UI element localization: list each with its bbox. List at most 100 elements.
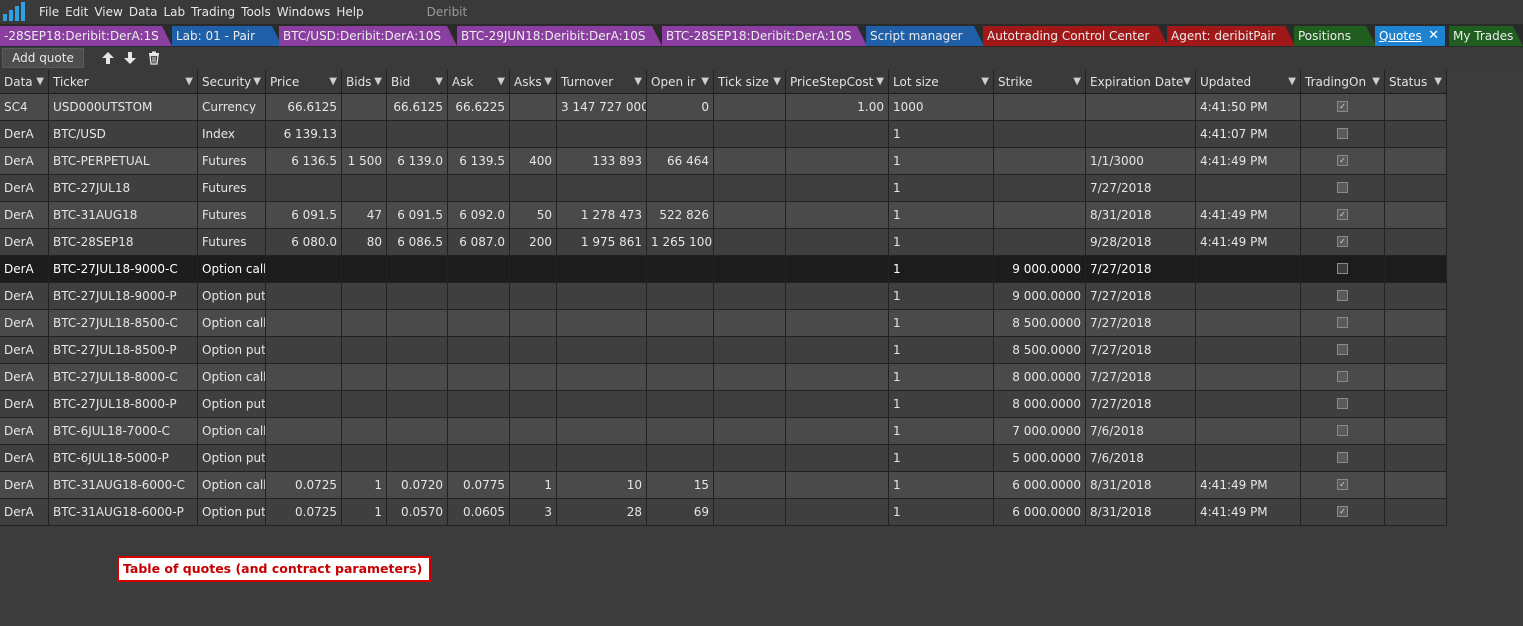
- column-header-exp[interactable]: Expiration Date ▼: [1086, 70, 1196, 94]
- table-row[interactable]: DerA BTC-28SEP18 Futures 6 080.0 80 6 086.5 6 …: [0, 229, 1447, 256]
- filter-icon[interactable]: ▼: [876, 70, 884, 93]
- cell-trading[interactable]: [1301, 121, 1385, 148]
- filter-icon[interactable]: ▼: [544, 70, 552, 93]
- table-row[interactable]: DerA BTC-27JUL18-8000-C Option call 1 8 000.…: [0, 364, 1447, 391]
- filter-icon[interactable]: ▼: [435, 70, 443, 93]
- tab-quotes[interactable]: Quotes ✕: [1375, 26, 1445, 46]
- menu-help[interactable]: Help: [333, 5, 366, 19]
- tab-my-trades[interactable]: My Trades: [1449, 26, 1523, 46]
- table-row[interactable]: DerA BTC-27JUL18 Futures 1 7/27/2018: [0, 175, 1447, 202]
- tab-btc-29jun18-deribit-dera-10s[interactable]: BTC-29JUN18:Deribit:DerA:10S: [457, 26, 662, 46]
- trash-icon[interactable]: [144, 49, 164, 67]
- checkbox-checked-icon[interactable]: ✓: [1337, 209, 1348, 220]
- tab-btc-usd-deribit-dera-10s[interactable]: BTC/USD:Deribit:DerA:10S: [279, 26, 457, 46]
- checkbox-icon[interactable]: [1337, 317, 1348, 328]
- column-header-price[interactable]: Price ▼: [266, 70, 342, 94]
- column-header-strike[interactable]: Strike ▼: [994, 70, 1086, 94]
- filter-icon[interactable]: ▼: [1372, 70, 1380, 93]
- tab-28sep18-deribit-dera-1s[interactable]: -28SEP18:Deribit:DerA:1S: [0, 26, 172, 46]
- table-row[interactable]: DerA BTC-27JUL18-8500-C Option call 1 8 500.…: [0, 310, 1447, 337]
- cell-trading[interactable]: [1301, 175, 1385, 202]
- menu-data[interactable]: Data: [126, 5, 161, 19]
- table-row[interactable]: DerA BTC-27JUL18-9000-C Option call 1 9 000.…: [0, 256, 1447, 283]
- table-row[interactable]: SC4 USD000UTSTOM Currency 66.6125 66.6125 66.…: [0, 94, 1447, 121]
- filter-icon[interactable]: ▼: [634, 70, 642, 93]
- checkbox-checked-icon[interactable]: ✓: [1337, 236, 1348, 247]
- filter-icon[interactable]: ▼: [329, 70, 337, 93]
- filter-icon[interactable]: ▼: [253, 70, 261, 93]
- checkbox-icon[interactable]: [1337, 128, 1348, 139]
- arrow-up-icon[interactable]: [98, 49, 118, 67]
- tab-lab-01-pair[interactable]: Lab: 01 - Pair: [172, 26, 282, 46]
- column-header-turnover[interactable]: Turnover ▼: [557, 70, 647, 94]
- menu-edit[interactable]: Edit: [62, 5, 91, 19]
- cell-trading[interactable]: ✓: [1301, 202, 1385, 229]
- add-quote-button[interactable]: Add quote: [2, 48, 84, 68]
- table-row[interactable]: DerA BTC/USD Index 6 139.13 1 4:41:07 PM: [0, 121, 1447, 148]
- checkbox-checked-icon[interactable]: ✓: [1337, 101, 1348, 112]
- column-header-status[interactable]: Status ▼: [1385, 70, 1447, 94]
- cell-trading[interactable]: [1301, 391, 1385, 418]
- cell-trading[interactable]: ✓: [1301, 148, 1385, 175]
- cell-trading[interactable]: [1301, 337, 1385, 364]
- table-row[interactable]: DerA BTC-31AUG18-6000-C Option call 0.0725 1…: [0, 472, 1447, 499]
- close-icon[interactable]: ✕: [1428, 26, 1439, 46]
- checkbox-icon[interactable]: [1337, 452, 1348, 463]
- cell-trading[interactable]: [1301, 310, 1385, 337]
- checkbox-icon[interactable]: [1337, 182, 1348, 193]
- table-row[interactable]: DerA BTC-6JUL18-5000-P Option put 1 5 000.00…: [0, 445, 1447, 472]
- cell-trading[interactable]: ✓: [1301, 472, 1385, 499]
- column-header-asks[interactable]: Asks ▼: [510, 70, 557, 94]
- menu-view[interactable]: View: [91, 5, 125, 19]
- column-header-security[interactable]: Security ▼: [198, 70, 266, 94]
- cell-trading[interactable]: ✓: [1301, 229, 1385, 256]
- table-row[interactable]: DerA BTC-27JUL18-8000-P Option put 1 8 000.0…: [0, 391, 1447, 418]
- menu-windows[interactable]: Windows: [274, 5, 334, 19]
- menu-tools[interactable]: Tools: [238, 5, 274, 19]
- filter-icon[interactable]: ▼: [185, 70, 193, 93]
- tab-positions[interactable]: Positions: [1294, 26, 1376, 46]
- tab-agent-deribitpair[interactable]: Agent: deribitPair: [1167, 26, 1295, 46]
- column-header-pricestep[interactable]: PriceStepCost ▼: [786, 70, 889, 94]
- checkbox-checked-icon[interactable]: ✓: [1337, 479, 1348, 490]
- checkbox-icon[interactable]: [1337, 290, 1348, 301]
- filter-icon[interactable]: ▼: [374, 70, 382, 93]
- table-row[interactable]: DerA BTC-6JUL18-7000-C Option call 1 7 000.0…: [0, 418, 1447, 445]
- table-row[interactable]: DerA BTC-27JUL18-8500-P Option put 1 8 500.0…: [0, 337, 1447, 364]
- cell-trading[interactable]: [1301, 418, 1385, 445]
- menu-lab[interactable]: Lab: [160, 5, 188, 19]
- filter-icon[interactable]: ▼: [981, 70, 989, 93]
- column-header-open[interactable]: Open ir ▼: [647, 70, 714, 94]
- column-header-data[interactable]: Data ▼: [0, 70, 49, 94]
- tab-btc-28sep18-deribit-dera-10s[interactable]: BTC-28SEP18:Deribit:DerA:10S: [662, 26, 867, 46]
- table-row[interactable]: DerA BTC-31AUG18 Futures 6 091.5 47 6 091.5 6 …: [0, 202, 1447, 229]
- column-header-trading[interactable]: TradingOn ▼: [1301, 70, 1385, 94]
- table-row[interactable]: DerA BTC-PERPETUAL Futures 6 136.5 1 500 6 13…: [0, 148, 1447, 175]
- cell-trading[interactable]: [1301, 364, 1385, 391]
- cell-trading[interactable]: [1301, 445, 1385, 472]
- checkbox-icon[interactable]: [1337, 425, 1348, 436]
- filter-icon[interactable]: ▼: [1434, 70, 1442, 93]
- filter-icon[interactable]: ▼: [701, 70, 709, 93]
- menu-file[interactable]: File: [36, 5, 62, 19]
- column-header-ticker[interactable]: Ticker ▼: [49, 70, 198, 94]
- checkbox-icon[interactable]: [1337, 398, 1348, 409]
- column-header-tick[interactable]: Tick size ▼: [714, 70, 786, 94]
- cell-trading[interactable]: [1301, 283, 1385, 310]
- arrow-down-icon[interactable]: [120, 49, 140, 67]
- column-header-bids[interactable]: Bids ▼: [342, 70, 387, 94]
- filter-icon[interactable]: ▼: [1183, 70, 1191, 93]
- filter-icon[interactable]: ▼: [1288, 70, 1296, 93]
- checkbox-checked-icon[interactable]: ✓: [1337, 155, 1348, 166]
- filter-icon[interactable]: ▼: [1073, 70, 1081, 93]
- cell-trading[interactable]: ✓: [1301, 94, 1385, 121]
- checkbox-icon[interactable]: [1337, 263, 1348, 274]
- filter-icon[interactable]: ▼: [497, 70, 505, 93]
- menu-trading[interactable]: Trading: [188, 5, 238, 19]
- cell-trading[interactable]: ✓: [1301, 499, 1385, 526]
- cell-trading[interactable]: [1301, 256, 1385, 283]
- checkbox-checked-icon[interactable]: ✓: [1337, 506, 1348, 517]
- table-row[interactable]: DerA BTC-27JUL18-9000-P Option put 1 9 000.0…: [0, 283, 1447, 310]
- tab-autotrading-control-center[interactable]: Autotrading Control Center: [983, 26, 1168, 46]
- column-header-lot[interactable]: Lot size ▼: [889, 70, 994, 94]
